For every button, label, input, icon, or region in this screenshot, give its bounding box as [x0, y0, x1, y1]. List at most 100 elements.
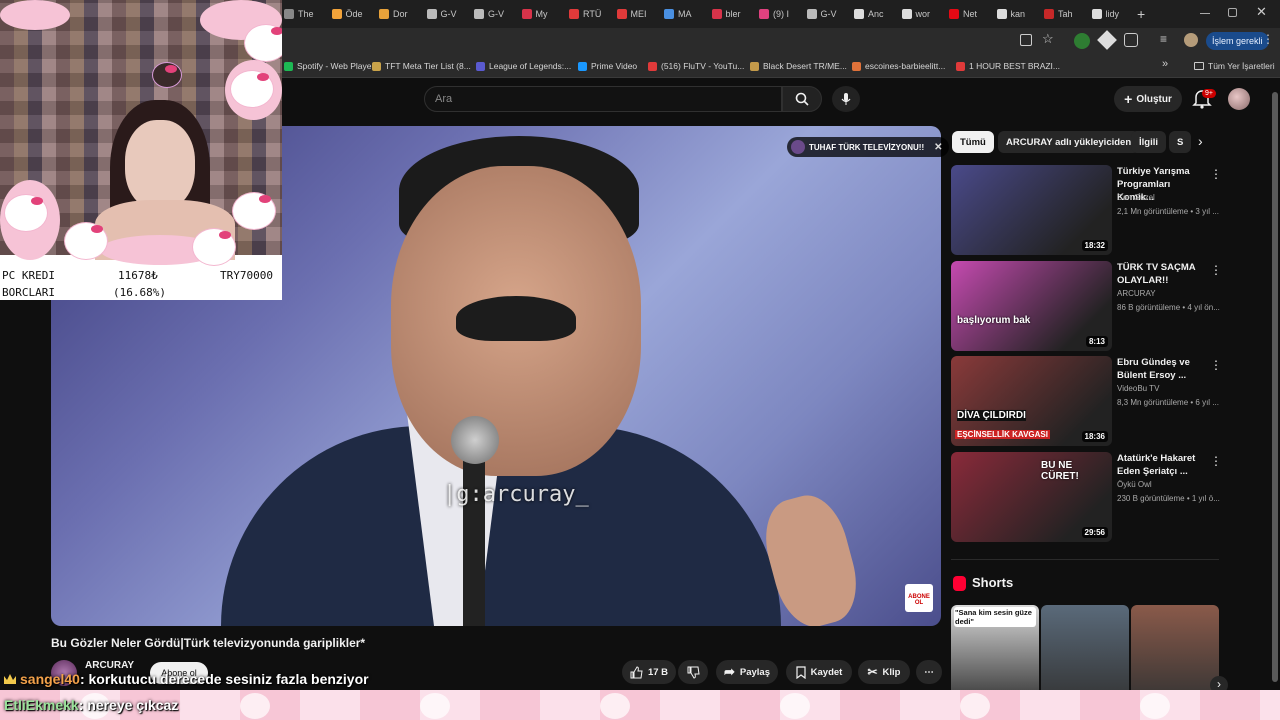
filter-chip[interactable]: ARCURAY adlı yükleyiciden — [998, 131, 1140, 153]
more-options-icon[interactable]: ⋮ — [1210, 263, 1222, 277]
bookmark-item[interactable]: Spotify - Web Playe... — [284, 58, 379, 74]
more-options-icon[interactable]: ⋮ — [1210, 454, 1222, 468]
search-button[interactable] — [782, 86, 822, 112]
bookmark-favicon-icon — [852, 61, 861, 71]
video-frame-microphone — [451, 416, 499, 464]
share-button[interactable]: ➦ Paylaş — [716, 660, 778, 684]
bookmark-item[interactable]: 1 HOUR BEST BRAZI... — [956, 58, 1060, 74]
browser-tab[interactable]: The — [284, 4, 328, 24]
all-bookmarks-folder[interactable]: Tüm Yer İşaretleri — [1194, 58, 1275, 74]
video-duration: 8:13 — [1085, 336, 1108, 347]
browser-tab[interactable]: Tah — [1044, 4, 1088, 24]
bookmark-item[interactable]: escoines-barbieelitt... — [852, 58, 945, 74]
voice-search-button[interactable] — [832, 86, 860, 112]
filter-chip[interactable]: S — [1169, 131, 1192, 153]
browser-tab[interactable]: My — [521, 4, 566, 24]
dislike-button[interactable] — [678, 660, 708, 684]
bookmark-item[interactable]: TFT Meta Tier List (8... — [372, 58, 471, 74]
video-thumbnail[interactable]: DİVA ÇILDIRDI EŞCİNSELLİK KAVGASI 18:36 — [951, 356, 1112, 446]
bookmark-item[interactable]: (516) FluTV - YouTu... — [648, 58, 744, 74]
bookmark-star-icon[interactable]: ☆ — [1042, 31, 1054, 47]
browser-tab[interactable]: MA — [664, 4, 708, 24]
browser-tab[interactable]: MEI — [616, 4, 661, 24]
search-input[interactable]: Ara — [424, 86, 782, 112]
like-button[interactable]: 17 B — [622, 660, 676, 684]
recommended-video[interactable]: BU NE CÜRET! 29:56 Atatürk'e Hakaret Eden … — [951, 452, 1222, 544]
browser-tab[interactable]: bler — [711, 4, 756, 24]
more-options-icon[interactable]: ⋮ — [1210, 358, 1222, 372]
browser-tab[interactable]: Net — [949, 4, 993, 24]
restore-icon[interactable] — [1228, 8, 1237, 17]
bookmark-label: League of Legends:... — [489, 61, 572, 71]
chat-message: sangel40: korkutucu derecede sesiniz faz… — [4, 671, 369, 687]
video-channel[interactable]: Öykü Owl — [1117, 480, 1152, 489]
video-thumbnail[interactable]: başlıyorum bak 8:13 — [951, 261, 1112, 351]
chip-close-icon[interactable]: ✕ — [934, 142, 942, 153]
chips-next-arrow-icon[interactable]: › — [1198, 133, 1203, 149]
subscribe-watermark-logo[interactable]: ABONE OL — [905, 584, 933, 612]
filter-chip[interactable]: İlgili — [1131, 131, 1166, 153]
close-window-icon[interactable]: ✕ — [1256, 4, 1267, 20]
browser-tab[interactable]: RTÜ — [569, 4, 613, 24]
more-actions-button[interactable]: ⋯ — [916, 660, 942, 684]
scrollbar-thumb[interactable] — [1272, 92, 1278, 682]
video-thumbnail[interactable]: 18:32 — [951, 165, 1112, 255]
video-channel[interactable]: VideoBu TV — [1117, 384, 1159, 393]
bookmark-item[interactable]: League of Legends:... — [476, 58, 571, 74]
video-title[interactable]: TÜRK TV SAÇMA OLAYLAR!! — [1117, 261, 1207, 287]
browser-tab[interactable]: Anc — [854, 4, 898, 24]
video-title[interactable]: Atatürk'e Hakaret Eden Şeriatçı ... — [1117, 452, 1207, 478]
all-bookmarks-label: Tüm Yer İşaretleri — [1208, 61, 1275, 71]
profile-icon[interactable] — [1184, 33, 1198, 47]
browser-tab[interactable]: (9) I — [759, 4, 803, 24]
recommended-video[interactable]: 18:32 Türkiye Yarışma Programları Komik..… — [951, 165, 1222, 257]
hello-kitty-sticker — [4, 194, 48, 232]
media-controls-icon[interactable]: ≡ — [1160, 32, 1167, 46]
browser-menu-icon[interactable]: ⋮ — [1262, 32, 1274, 46]
tab-label: kan — [1010, 9, 1026, 19]
video-title[interactable]: Ebru Gündeş ve Bülent Ersoy ... — [1117, 356, 1207, 382]
new-tab-button[interactable]: + — [1137, 6, 1145, 22]
recommended-video[interactable]: DİVA ÇILDIRDI EŞCİNSELLİK KAVGASI 18:36 Ebr… — [951, 356, 1222, 448]
browser-tab[interactable]: wor — [901, 4, 946, 24]
bookmark-item[interactable]: Black Desert TR/ME... — [750, 58, 847, 74]
tab-label: RTÜ — [583, 9, 602, 19]
hello-kitty-pattern — [780, 693, 810, 719]
video-frame-mustache — [456, 296, 576, 341]
tab-label: Öde — [345, 9, 363, 19]
action-required-button[interactable]: İşlem gerekli — [1206, 32, 1269, 50]
cast-icon[interactable] — [1020, 34, 1032, 46]
browser-tab[interactable]: G-V — [426, 4, 471, 24]
recommended-video[interactable]: başlıyorum bak 8:13 TÜRK TV SAÇMA OLAYLAR!… — [951, 261, 1222, 353]
save-button[interactable]: Kaydet — [786, 660, 852, 684]
plus-icon: + — [1124, 91, 1133, 107]
browser-tab[interactable]: Öde — [331, 4, 376, 24]
account-avatar[interactable] — [1228, 88, 1250, 110]
more-options-icon[interactable]: ⋮ — [1210, 167, 1222, 181]
shorts-section-title: Shorts — [972, 575, 1014, 590]
video-channel-chip[interactable]: TUHAF TÜRK TELEVİZYONU!! ✕ — [787, 137, 949, 157]
browser-tab[interactable]: Dor — [379, 4, 423, 24]
browser-tab[interactable]: G-V — [474, 4, 518, 24]
video-thumbnail[interactable]: BU NE CÜRET! 29:56 — [951, 452, 1112, 542]
video-channel[interactable]: ARCURAY — [1117, 289, 1156, 298]
video-title: Bu Gözler Neler Gördü|Türk televizyonund… — [51, 636, 366, 650]
browser-tab[interactable]: kan — [996, 4, 1041, 24]
browser-tab[interactable]: G-V — [806, 4, 851, 24]
tab-favicon-icon — [996, 9, 1007, 19]
filter-chip[interactable]: Tümü — [952, 131, 994, 153]
extensions-puzzle-icon[interactable] — [1124, 33, 1138, 47]
bookmarks-overflow-button[interactable]: » — [1162, 58, 1168, 70]
minimize-icon[interactable] — [1200, 13, 1210, 14]
extension-icon[interactable] — [1074, 33, 1090, 49]
clip-button[interactable]: ✂ Klip — [858, 660, 910, 684]
channel-name[interactable]: ARCURAY — [85, 660, 134, 671]
bookmark-item[interactable]: Prime Video — [578, 58, 637, 74]
create-button[interactable]: + Oluştur — [1114, 86, 1182, 112]
video-channel[interactable]: Can Guzel — [1117, 193, 1155, 202]
clip-label: Klip — [882, 666, 901, 678]
browser-tab[interactable]: lidy — [1091, 4, 1136, 24]
thumbnail-caption: başlıyorum bak — [957, 315, 1031, 326]
extension-diamond-icon[interactable] — [1097, 30, 1117, 50]
hello-kitty-pattern — [960, 693, 990, 719]
